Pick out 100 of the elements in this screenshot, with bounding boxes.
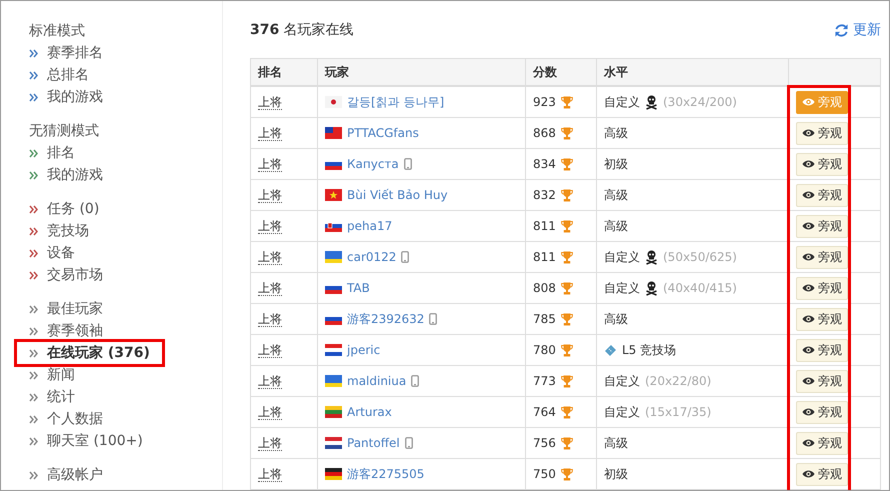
sidebar-item[interactable]: 竞技场 (29, 220, 89, 242)
player-link[interactable]: TAB (347, 281, 370, 295)
score-cell: 868 (533, 126, 556, 140)
flag-icon (325, 406, 342, 418)
trophy-icon (560, 188, 573, 202)
column-header: 排名 (250, 58, 318, 86)
sidebar-item[interactable]: 设备 (29, 242, 75, 264)
eye-icon (802, 128, 815, 138)
sidebar-item[interactable]: 排名 (29, 142, 75, 164)
spectate-button[interactable]: 旁观 (796, 338, 848, 362)
spectate-button[interactable]: 旁观 (796, 246, 848, 268)
column-header: 玩家 (318, 58, 526, 86)
level-text: 初级 (604, 156, 628, 172)
score-cell: 923 (533, 95, 556, 109)
spectate-button[interactable]: 旁观 (796, 276, 848, 300)
flag-icon (325, 251, 342, 263)
column-header: 水平 (596, 58, 788, 86)
player-link[interactable]: PTTACGfans (347, 126, 419, 140)
flag-icon (325, 96, 342, 108)
rank-cell: 上将 (258, 156, 282, 172)
flag-icon (325, 375, 342, 387)
sidebar-item[interactable]: 任务 (0) (29, 198, 100, 220)
flag-icon (325, 344, 342, 356)
column-header: 分数 (526, 58, 596, 86)
player-link[interactable]: jperic (347, 343, 380, 357)
player-link[interactable]: Arturax (347, 405, 392, 419)
level-text: 自定义 (604, 404, 640, 420)
trophy-icon (560, 374, 573, 388)
trophy-icon (560, 468, 573, 480)
rank-cell: 上将 (258, 436, 282, 450)
rank-cell: 上将 (258, 312, 282, 326)
spectate-button[interactable]: 旁观 (796, 122, 848, 144)
rank-cell: 上将 (258, 342, 282, 358)
score-cell: 785 (533, 312, 556, 326)
sidebar-item[interactable]: 新闻 (29, 364, 75, 386)
sidebar-item[interactable]: 赛季领袖 (29, 320, 103, 342)
trophy-icon (560, 436, 573, 450)
level-text: 自定义 (604, 280, 640, 296)
level-text: 高级 (604, 186, 628, 204)
spectate-button[interactable]: 旁观 (796, 152, 848, 176)
eye-icon (802, 190, 815, 200)
sidebar-item[interactable]: 总排名 (29, 64, 89, 86)
spectate-button[interactable]: 旁观 (796, 184, 848, 206)
eye-icon (802, 469, 815, 479)
eye-icon (802, 159, 815, 169)
trophy-icon (560, 344, 573, 356)
sidebar-item[interactable]: 个人数据 (29, 408, 103, 430)
sidebar-item[interactable]: 统计 (29, 386, 75, 408)
score-cell: 808 (533, 281, 556, 295)
refresh-icon (834, 22, 849, 38)
eye-icon (802, 345, 815, 355)
sidebar-item[interactable]: 我的游戏 (29, 86, 103, 108)
spectate-button[interactable]: 旁观 (796, 214, 848, 238)
flag-icon (325, 189, 342, 201)
skull-icon (645, 280, 658, 296)
rank-cell: 上将 (258, 466, 282, 482)
score-cell: 832 (533, 188, 556, 202)
board-size-text: (30x24/200) (663, 95, 737, 109)
spectate-button[interactable]: 旁观 (796, 462, 848, 486)
ticket-icon (604, 344, 617, 356)
spectate-button[interactable]: 旁观 (796, 370, 848, 392)
section-heading: 无猜测模式 (29, 122, 100, 141)
sidebar-item[interactable]: 赛季排名 (29, 42, 103, 64)
score-cell: 773 (533, 374, 556, 388)
sidebar-item[interactable]: 我的游戏 (29, 164, 103, 186)
score-cell: 811 (533, 250, 556, 264)
rank-cell: 上将 (258, 218, 282, 234)
level-text: 高级 (604, 124, 628, 142)
rank-cell: 上将 (258, 126, 282, 140)
flag-icon (325, 127, 342, 139)
eye-icon (802, 283, 815, 293)
sidebar-item[interactable]: 高级帐户 (29, 464, 103, 486)
player-link[interactable]: maldiniua (347, 374, 406, 388)
player-link[interactable]: Капуста (347, 157, 399, 171)
sidebar-item[interactable]: 最佳玩家 (29, 298, 103, 320)
trophy-icon (560, 282, 573, 294)
score-cell: 780 (533, 343, 556, 357)
sidebar-item[interactable]: 交易市场 (29, 264, 103, 286)
player-link[interactable]: Pantoffel (347, 436, 400, 450)
eye-icon (802, 252, 815, 262)
level-text: 高级 (604, 310, 628, 328)
refresh-link[interactable]: 更新 (834, 21, 881, 39)
board-size-text: (40x40/415) (663, 281, 737, 295)
sidebar-item[interactable]: 在线玩家 (376) (17, 342, 162, 364)
trophy-icon (560, 250, 573, 264)
sidebar-item[interactable]: 聊天室 (100+) (29, 430, 143, 452)
spectate-button[interactable]: 旁观 (796, 308, 848, 330)
score-cell: 756 (533, 436, 556, 450)
trophy-icon (560, 126, 573, 140)
level-text: 高级 (604, 434, 628, 452)
level-text: 自定义 (604, 372, 640, 390)
spectate-button[interactable]: 旁观 (796, 400, 848, 424)
eye-icon (802, 438, 815, 448)
player-link[interactable]: peha17 (347, 219, 392, 233)
skull-icon (645, 250, 658, 264)
rank-cell: 上将 (258, 188, 282, 202)
trophy-icon (560, 158, 573, 170)
rank-cell: 上将 (258, 280, 282, 296)
spectate-button[interactable]: 旁观 (796, 432, 848, 454)
player-link[interactable]: car0122 (347, 250, 396, 264)
